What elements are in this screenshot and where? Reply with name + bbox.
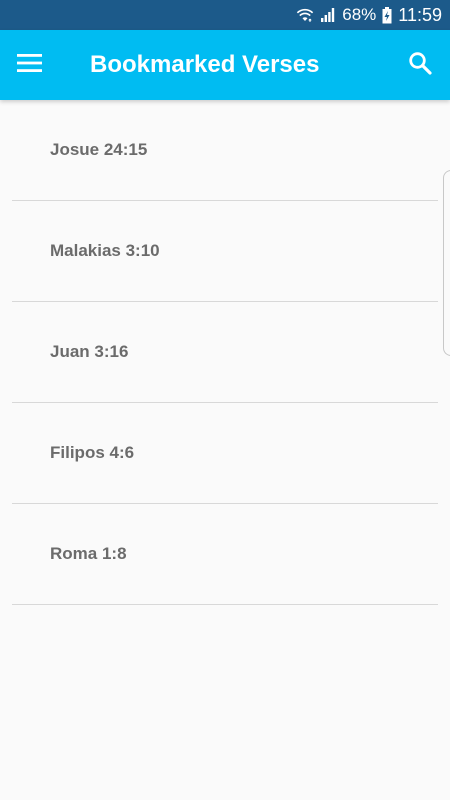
status-bar: 68% 11:59 <box>0 0 450 30</box>
bookmark-item[interactable]: Malakias 3:10 <box>12 201 438 302</box>
battery-percent: 68% <box>342 5 377 24</box>
page-title: Bookmarked Verses <box>90 51 320 78</box>
verse-reference: Malakias 3:10 <box>50 241 160 260</box>
bookmark-list: Josue 24:15 Malakias 3:10 Juan 3:16 Fili… <box>12 100 438 605</box>
bookmark-item[interactable]: Roma 1:8 <box>12 504 438 605</box>
verse-reference: Josue 24:15 <box>50 140 148 159</box>
search-icon <box>408 51 432 80</box>
edge-panel-handle[interactable] <box>443 170 450 356</box>
status-time: 11:59 <box>398 4 442 25</box>
verse-reference: Roma 1:8 <box>50 544 127 563</box>
search-button[interactable] <box>390 30 450 100</box>
wifi-icon <box>296 7 314 23</box>
signal-icon <box>320 7 336 23</box>
bookmark-item[interactable]: Filipos 4:6 <box>12 403 438 504</box>
bookmark-item[interactable]: Juan 3:16 <box>12 302 438 403</box>
verse-reference: Filipos 4:6 <box>50 443 135 462</box>
battery-charging-icon <box>382 6 392 24</box>
app-bar: Bookmarked Verses <box>0 30 450 100</box>
bookmark-item[interactable]: Josue 24:15 <box>12 100 438 201</box>
hamburger-menu-icon <box>17 53 43 78</box>
menu-button[interactable] <box>0 30 60 100</box>
verse-reference: Juan 3:16 <box>50 342 129 361</box>
